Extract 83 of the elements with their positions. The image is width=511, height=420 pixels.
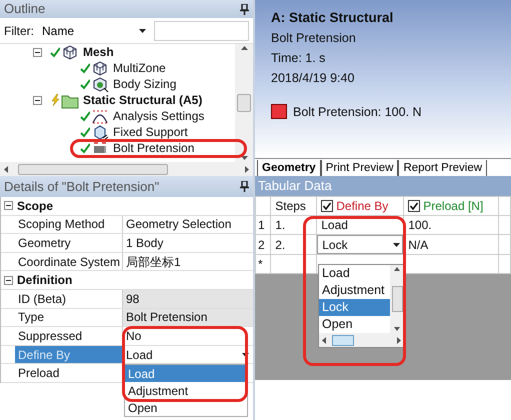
dropdown-option[interactable]: Open bbox=[125, 399, 247, 416]
property-value: Bolt Pretension bbox=[123, 308, 253, 326]
pin-icon[interactable] bbox=[240, 181, 249, 192]
column-header: Preload [N] bbox=[423, 198, 484, 215]
horizontal-scrollbar[interactable] bbox=[0, 162, 253, 176]
caret-icon[interactable] bbox=[242, 352, 249, 357]
vertical-scrollbar[interactable] bbox=[235, 44, 253, 162]
scroll-down-icon[interactable] bbox=[394, 327, 400, 331]
property-value[interactable]: Geometry Selection bbox=[123, 216, 253, 234]
property-name[interactable]: Suppressed bbox=[15, 327, 123, 345]
dropdown-option[interactable]: Open bbox=[319, 316, 390, 333]
table-cell: 100. bbox=[408, 218, 432, 232]
panel-title: Tabular Data bbox=[255, 176, 511, 196]
panel-title: Outline bbox=[4, 0, 46, 18]
dropdown-option[interactable]: Adjustment bbox=[319, 282, 390, 299]
caret-icon[interactable] bbox=[393, 242, 400, 246]
property-name[interactable]: Coordinate System bbox=[15, 252, 123, 270]
table-cell: Load bbox=[321, 218, 348, 232]
dropdown-option[interactable]: Adjustment bbox=[125, 382, 247, 399]
filter-field[interactable] bbox=[154, 20, 249, 40]
info-text: Time: 1. s bbox=[271, 50, 326, 67]
view-tab[interactable]: Print Preview bbox=[320, 160, 398, 176]
scrollbar-thumb[interactable] bbox=[392, 286, 402, 312]
pin-icon[interactable] bbox=[240, 4, 249, 14]
horizontal-scrollbar[interactable] bbox=[319, 333, 404, 347]
collapse-icon[interactable] bbox=[4, 276, 13, 285]
property-value[interactable]: No bbox=[123, 327, 253, 345]
property-dropdown[interactable]: Load bbox=[123, 346, 253, 364]
dropdown-option[interactable]: Load bbox=[125, 365, 247, 382]
tree-item[interactable]: Fixed Support bbox=[113, 123, 188, 141]
scroll-up-icon[interactable] bbox=[240, 46, 248, 50]
filter-label: Filter: bbox=[4, 22, 34, 40]
checkbox-checked-icon[interactable] bbox=[321, 200, 334, 212]
tree-item[interactable]: Static Structural (A5) bbox=[83, 91, 202, 109]
group-label: Definition bbox=[17, 272, 72, 290]
legend-label: Bolt Pretension: 100. N bbox=[293, 104, 422, 120]
row-number: 2 bbox=[256, 234, 271, 254]
panel-title: Details of "Bolt Pretension" bbox=[4, 178, 160, 196]
table-cell: N/A bbox=[408, 238, 428, 252]
dropdown-option[interactable]: Lock bbox=[319, 299, 390, 316]
scroll-right-icon[interactable] bbox=[245, 166, 249, 172]
chart-icon bbox=[91, 108, 109, 124]
dropdown-option[interactable]: Load bbox=[319, 265, 390, 282]
collapse-icon[interactable] bbox=[33, 96, 42, 104]
viewer-title: A: Static Structural bbox=[271, 9, 394, 27]
scrollbar-thumb[interactable] bbox=[332, 334, 354, 346]
property-value: 98 bbox=[123, 290, 253, 308]
scroll-left-icon[interactable] bbox=[322, 336, 326, 344]
info-text: 2018/4/19 9:40 bbox=[271, 70, 356, 87]
collapse-icon[interactable] bbox=[4, 201, 13, 210]
property-name[interactable]: Preload bbox=[15, 364, 123, 382]
property-value[interactable]: 局部坐标1 bbox=[123, 252, 253, 270]
scroll-left-icon[interactable] bbox=[4, 166, 8, 172]
tree-item[interactable]: Mesh bbox=[83, 44, 114, 61]
tree-item[interactable]: MultiZone bbox=[113, 59, 166, 77]
row-number: 1 bbox=[256, 216, 271, 234]
caret-icon[interactable] bbox=[139, 28, 146, 32]
table-cell: 2. bbox=[275, 238, 286, 252]
property-name[interactable]: Geometry bbox=[15, 234, 123, 252]
scrollbar-thumb[interactable] bbox=[237, 94, 251, 112]
view-tab[interactable]: Report Preview bbox=[398, 160, 488, 176]
table-dropdown[interactable]: Lock bbox=[317, 235, 404, 254]
cube-icon bbox=[91, 60, 109, 76]
cube-icon bbox=[61, 44, 79, 60]
info-text: Bolt Pretension bbox=[271, 30, 357, 48]
checkbox-checked-icon[interactable] bbox=[408, 200, 420, 212]
property-name[interactable]: Scoping Method bbox=[15, 216, 123, 234]
group-label: Scope bbox=[17, 198, 54, 215]
view-tab[interactable]: Geometry bbox=[257, 160, 321, 176]
table-cell: 1. bbox=[275, 218, 286, 232]
collapse-icon[interactable] bbox=[33, 48, 42, 56]
scroll-up-icon[interactable] bbox=[394, 267, 400, 271]
cube-icon bbox=[91, 76, 109, 92]
scrollbar-thumb[interactable] bbox=[18, 164, 168, 174]
property-value[interactable]: 1 Body bbox=[123, 234, 253, 252]
scroll-down-icon[interactable] bbox=[240, 156, 248, 160]
scroll-right-icon[interactable] bbox=[397, 336, 401, 344]
column-header: Define By bbox=[336, 198, 388, 215]
tree-item[interactable]: Analysis Settings bbox=[113, 107, 204, 125]
column-header: Steps bbox=[275, 198, 306, 215]
tree-item[interactable]: Body Sizing bbox=[113, 75, 176, 93]
vertical-scrollbar[interactable] bbox=[390, 265, 404, 333]
tree-item[interactable]: Bolt Pretension bbox=[113, 139, 194, 157]
